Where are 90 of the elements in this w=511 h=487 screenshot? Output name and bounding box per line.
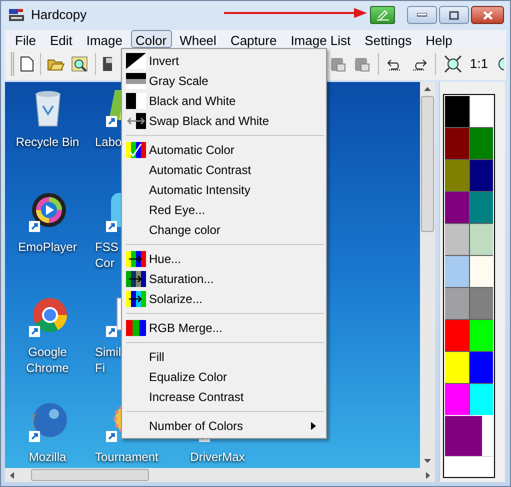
desktop-icon-label: FSS Cor	[95, 239, 118, 271]
menu-item[interactable]: Solarize...	[124, 289, 324, 309]
threshold-icon	[126, 93, 146, 109]
color-swatch[interactable]	[445, 384, 468, 415]
desktop-icon-label: DriverMax	[190, 449, 245, 465]
menu-item[interactable]: Automatic Color	[124, 140, 324, 160]
color-swatch[interactable]	[445, 256, 468, 287]
color-swatch[interactable]	[470, 352, 493, 383]
menu-item[interactable]: Color	[130, 30, 172, 48]
menu-item[interactable]: Wheel	[174, 30, 222, 48]
swap-icon	[126, 113, 146, 129]
solarize-icon	[126, 291, 146, 307]
menu-item[interactable]: Automatic Contrast	[124, 160, 324, 180]
menu-item[interactable]: Hue...	[124, 249, 324, 269]
menu-item[interactable]: RGB Merge...	[124, 318, 324, 338]
close-button[interactable]	[471, 6, 504, 24]
desktop-icon-label: Labo	[95, 134, 122, 150]
color-swatch[interactable]	[445, 160, 468, 191]
capture-button[interactable]	[370, 6, 395, 24]
menu-item[interactable]: Invert	[124, 51, 324, 71]
color-swatch[interactable]	[445, 320, 468, 351]
desktop-icon-label: Simil Fi	[95, 344, 121, 376]
browser-icon	[28, 401, 68, 443]
minimize-icon	[417, 13, 427, 17]
color-swatch[interactable]	[470, 288, 493, 319]
desktop-icon-label: Recycle Bin	[16, 134, 80, 150]
desktop-icon-label: EmoPlayer	[18, 239, 77, 255]
window-title: Hardcopy	[31, 6, 87, 24]
color-swatch[interactable]	[445, 224, 468, 255]
color-swatch[interactable]	[470, 128, 493, 159]
menu-item[interactable]: Gray Scale	[124, 71, 324, 91]
saturation-icon	[126, 271, 146, 287]
browse-icon[interactable]	[71, 56, 89, 72]
color-swatch[interactable]	[445, 352, 468, 383]
redo-icon[interactable]	[410, 57, 427, 71]
media-player-icon	[28, 191, 68, 233]
menu-item[interactable]: Equalize Color	[124, 367, 324, 387]
menu-item[interactable]: Increase Contrast	[124, 387, 324, 407]
menu-item[interactable]: Black and White	[124, 91, 324, 111]
color-swatch[interactable]	[445, 96, 468, 127]
color-swatch[interactable]	[470, 224, 493, 255]
maximize-button[interactable]	[439, 6, 469, 24]
menu-item[interactable]: Red Eye...	[124, 200, 324, 220]
color-swatch[interactable]	[445, 192, 468, 223]
color-swatch[interactable]	[470, 256, 493, 287]
scroll-thumb[interactable]	[421, 96, 434, 232]
menu-item[interactable]: Edit	[44, 30, 78, 48]
pen-icon	[376, 10, 390, 20]
save-icon[interactable]	[102, 56, 112, 72]
color-swatch[interactable]	[445, 288, 468, 319]
menu-item[interactable]: Capture	[224, 30, 283, 48]
menu-item[interactable]: Settings	[358, 30, 418, 48]
menu-item[interactable]: Image	[80, 30, 128, 48]
menu-item[interactable]: Help	[420, 30, 458, 48]
printer-icon	[8, 7, 26, 23]
close-icon	[482, 10, 492, 20]
color-swatch[interactable]	[470, 192, 493, 223]
color-swatch[interactable]	[470, 320, 493, 351]
grayscale-icon	[126, 73, 146, 89]
menu-item[interactable]: Swap Black and White	[124, 111, 324, 131]
menu-item[interactable]: Fill	[124, 347, 324, 367]
clipboard-icon[interactable]	[330, 56, 346, 72]
maximize-icon	[449, 10, 459, 20]
menu-item[interactable]: Automatic Intensity	[124, 180, 324, 200]
color-swatch[interactable]	[470, 96, 493, 127]
clipboard-icon[interactable]	[354, 56, 370, 72]
desktop-icon-label: Google Chrome	[26, 344, 69, 376]
menu-item[interactable]: File	[9, 30, 42, 48]
desktop-icon-label: Tournament	[95, 449, 158, 465]
rgb-merge-icon	[126, 320, 146, 336]
undo-icon[interactable]	[386, 57, 403, 71]
color-swatch[interactable]	[445, 128, 468, 159]
menu-item[interactable]: Image List	[284, 30, 357, 48]
scroll-thumb[interactable]	[31, 469, 149, 481]
zoom-actual-size[interactable]: 1:1	[470, 54, 488, 74]
hue-icon	[126, 251, 146, 267]
auto-color-icon	[126, 142, 146, 158]
zoom-icon[interactable]	[496, 56, 504, 72]
menu-item[interactable]: Saturation...	[124, 269, 324, 289]
minimize-button[interactable]	[407, 6, 437, 24]
desktop-icon-label: Mozilla	[28, 449, 66, 465]
browser-icon	[28, 296, 68, 338]
submenu-arrow-icon	[311, 422, 316, 430]
menu-item[interactable]: Change color	[124, 220, 324, 240]
color-swatch[interactable]	[470, 160, 493, 191]
invert-icon	[126, 53, 146, 69]
new-document-icon[interactable]	[20, 56, 34, 72]
color-swatch[interactable]	[470, 384, 493, 415]
menu-item[interactable]: Number of Colors	[124, 416, 324, 436]
zoom-fit-icon[interactable]	[444, 55, 462, 73]
